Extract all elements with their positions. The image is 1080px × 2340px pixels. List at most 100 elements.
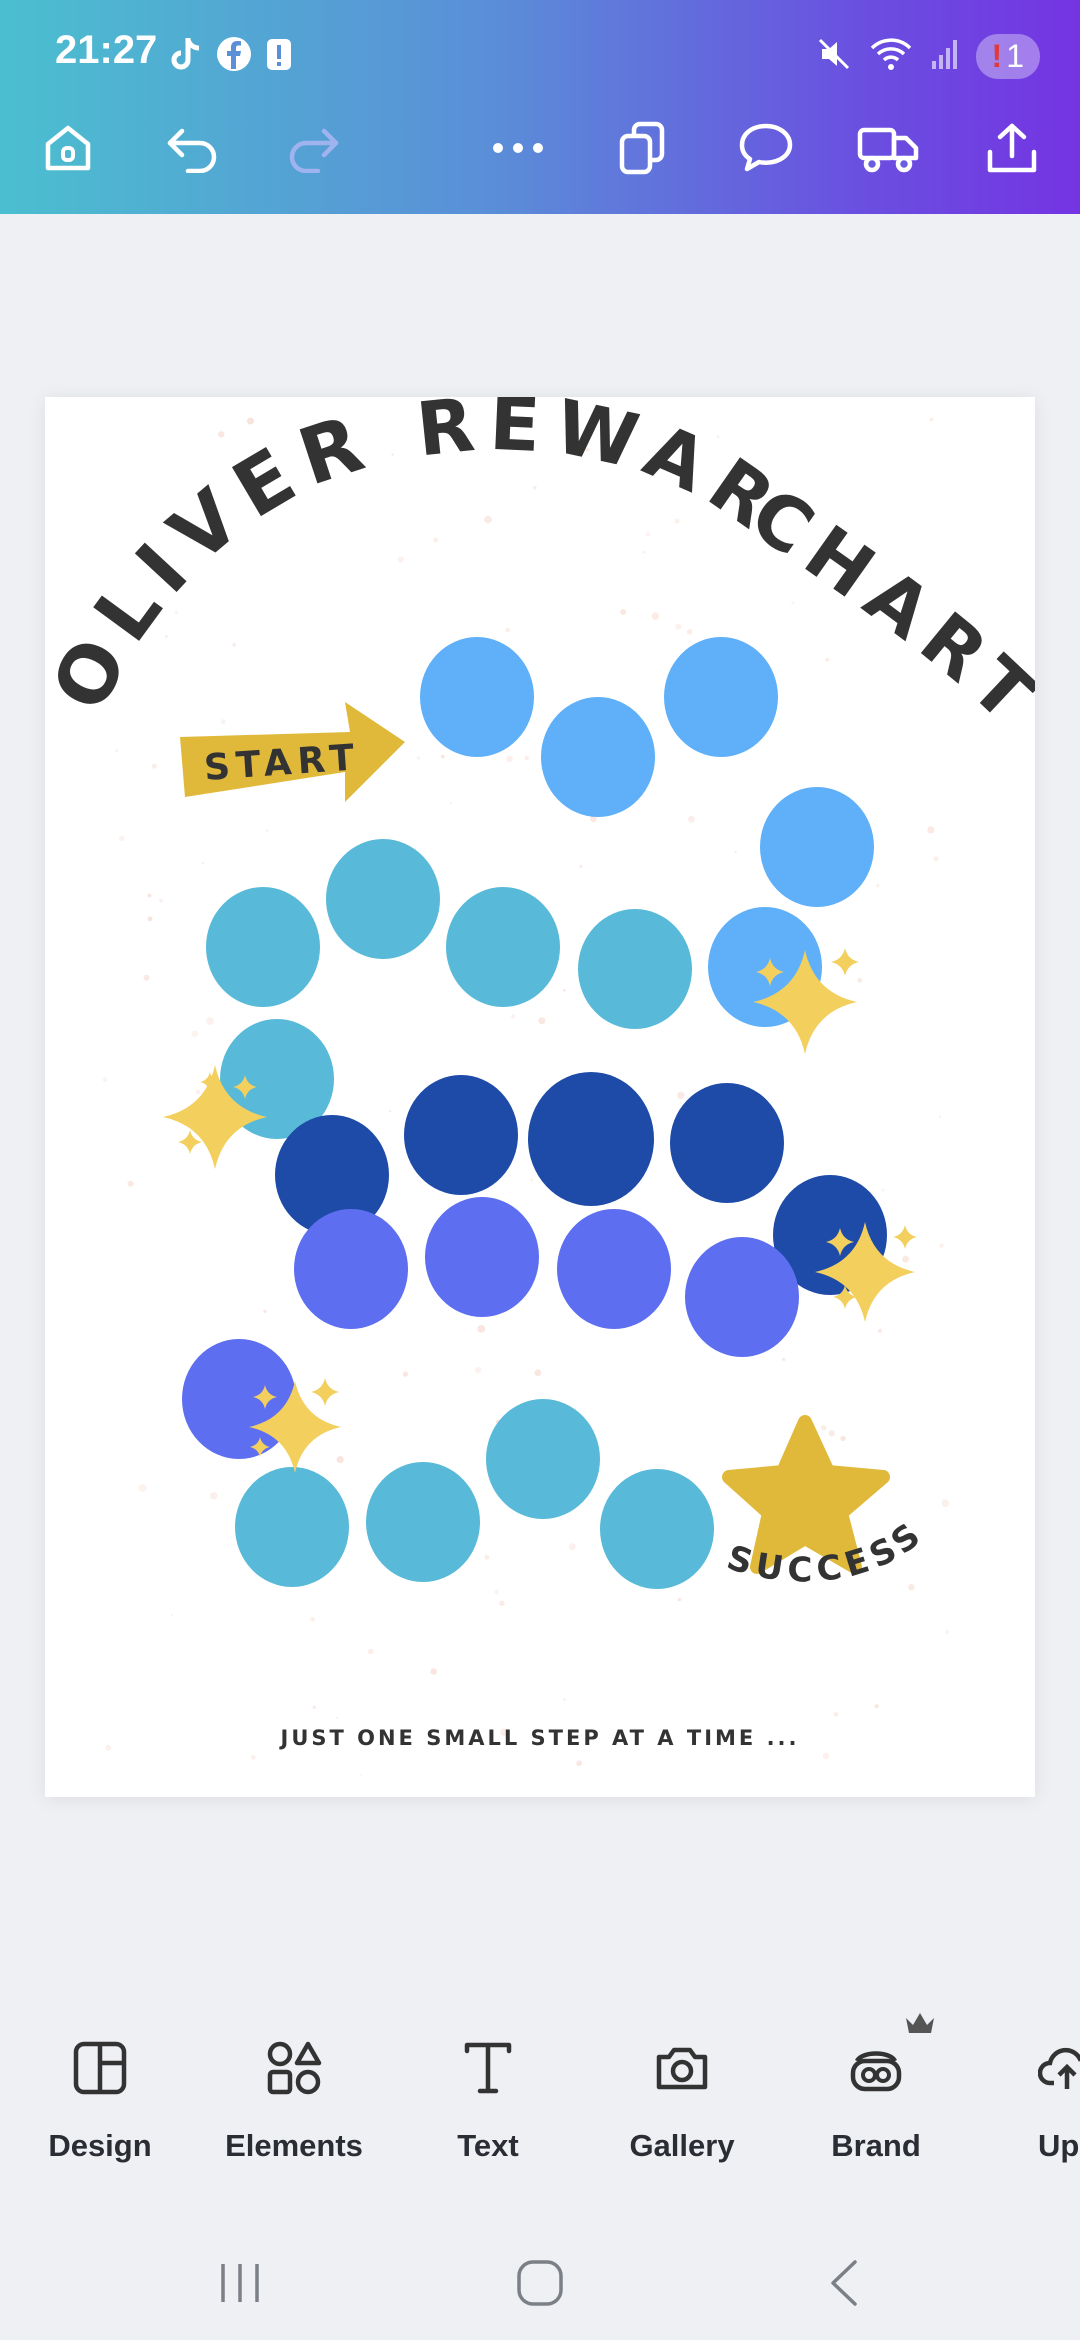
step-circle-18 [557,1209,671,1329]
speckle-dot [151,763,157,769]
back-button[interactable] [805,2250,885,2320]
share-button[interactable] [972,110,1052,190]
speckle-dot [686,629,693,635]
speckle-dot [877,1328,883,1333]
speckle-dot [389,1109,392,1113]
step-circle-4 [760,787,874,907]
step-circle-13 [528,1072,654,1206]
step-circle-16 [294,1209,408,1329]
step-circle-17 [425,1197,539,1317]
speckle-dot [534,1369,542,1377]
speckle-dot [115,749,119,753]
home-icon [40,120,96,181]
speckle-dot [266,829,269,832]
speckle-dot [484,1554,490,1560]
step-circle-24 [600,1469,714,1589]
share-icon [984,120,1040,181]
dock-elements[interactable]: Elements [204,2030,384,2164]
speckle-dot [642,550,646,554]
speckle-dot [449,802,452,804]
speckle-dot [367,1648,374,1655]
step-circle-14 [670,1083,784,1203]
speckle-dot [310,1617,315,1622]
speckle-dot [143,974,150,981]
speckle-dot [336,1456,344,1464]
more-icon [488,138,548,163]
dock-design[interactable]: Design [10,2030,190,2164]
undo-button[interactable] [154,110,234,190]
footer-text: JUST ONE SMALL STEP AT A TIME ... [279,1726,800,1750]
speckle-dot [218,431,225,438]
speckle-dot [336,1716,338,1719]
speckle-dot [524,755,529,761]
dock-elements-label: Elements [225,2128,363,2163]
wifi-icon [868,36,914,77]
speckle-dot [822,1752,830,1760]
dock-gallery[interactable]: Gallery [592,2030,772,2164]
status-bar: 21:27 ! 1 [0,0,1080,110]
sparkle-3 [831,948,859,976]
speckle-dot [876,883,880,888]
print-delivery-button[interactable] [848,110,928,190]
speckle-dot [563,1698,566,1701]
speckle-dot [620,609,627,615]
speckle-dot [675,623,682,630]
more-button[interactable] [478,110,558,190]
speckle-dot [821,1425,827,1431]
pages-icon [616,120,668,181]
home-button[interactable] [28,110,108,190]
speckle-dot [881,1188,885,1192]
brand-icon [847,2039,905,2102]
tiktok-icon [168,36,202,77]
speckle-dot [688,815,695,823]
speckle-dot [220,719,226,724]
pages-button[interactable] [602,110,682,190]
step-circle-22 [366,1462,480,1582]
elements-icon [265,2039,323,2102]
speckle-dot [908,1583,915,1591]
alert-icon [266,36,292,77]
design-page[interactable]: OLIVERS REWARD CHART START SUCCESS! JUST… [45,397,1035,1797]
title-reward: REWARD [45,397,799,552]
step-circle-7 [326,839,440,959]
speckle-dot [159,899,163,903]
speckle-dot [511,1014,516,1019]
speckle-dot [105,1744,112,1751]
speckle-dot [645,532,651,537]
text-icon [459,2039,517,2102]
speckle-dot [402,1371,409,1377]
gallery-icon [653,2039,711,2102]
speckle-dot [250,1755,256,1760]
dock-design-label: Design [48,2128,152,2163]
speckle-dot [102,1077,108,1082]
speckle-dot [138,1483,147,1492]
step-circle-1 [420,637,534,757]
design-icon [71,2039,129,2102]
step-circle-12 [404,1075,518,1195]
home-nav-button[interactable] [500,2250,580,2320]
title-reward-path: REWARD [45,397,787,552]
redo-icon [282,123,342,178]
speckle-dot [828,1430,835,1437]
speckle-dot [734,851,737,854]
comment-button[interactable] [726,110,806,190]
dock-text[interactable]: Text [398,2030,578,2164]
dock-brand[interactable]: Brand [786,2013,966,2164]
speckle-dot [874,1704,879,1709]
signal-icon [930,37,960,76]
redo-button[interactable] [272,110,352,190]
delivery-icon [856,122,920,179]
mute-icon [816,36,852,77]
speckle-dot [927,826,935,834]
dock-uploads[interactable]: Uplo [990,2030,1080,2164]
dock-gallery-label: Gallery [629,2128,735,2163]
premium-crown-icon [904,2010,936,2041]
sparkle-14 [311,1378,339,1406]
speckle-dot [782,1357,786,1362]
bottom-dock: Design Elements Text Gallery Brand Up [0,2013,1080,2190]
speckle-dot [195,1089,201,1095]
speckle-dot [391,453,394,456]
recents-icon [215,2260,265,2311]
recents-button[interactable] [200,2250,280,2320]
speckle-dot [939,1243,944,1248]
